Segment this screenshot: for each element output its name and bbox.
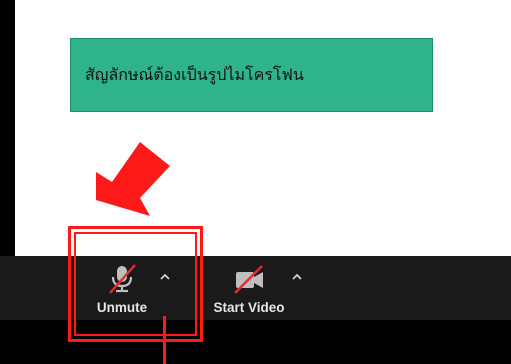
video-off-icon [234, 265, 263, 294]
highlight-box-inner [74, 232, 197, 336]
callout-box: สัญลักษณ์ต้องเป็นรูปไมโครโฟน [70, 38, 433, 112]
start-video-label: Start Video [213, 300, 285, 315]
start-video-button[interactable]: Start Video [204, 256, 294, 320]
callout-text: สัญลักษณ์ต้องเป็นรูปไมโครโฟน [85, 64, 304, 84]
video-options-chevron-up-icon[interactable] [290, 270, 304, 284]
highlight-pointer-line [163, 316, 166, 364]
red-arrow-icon [96, 142, 170, 216]
